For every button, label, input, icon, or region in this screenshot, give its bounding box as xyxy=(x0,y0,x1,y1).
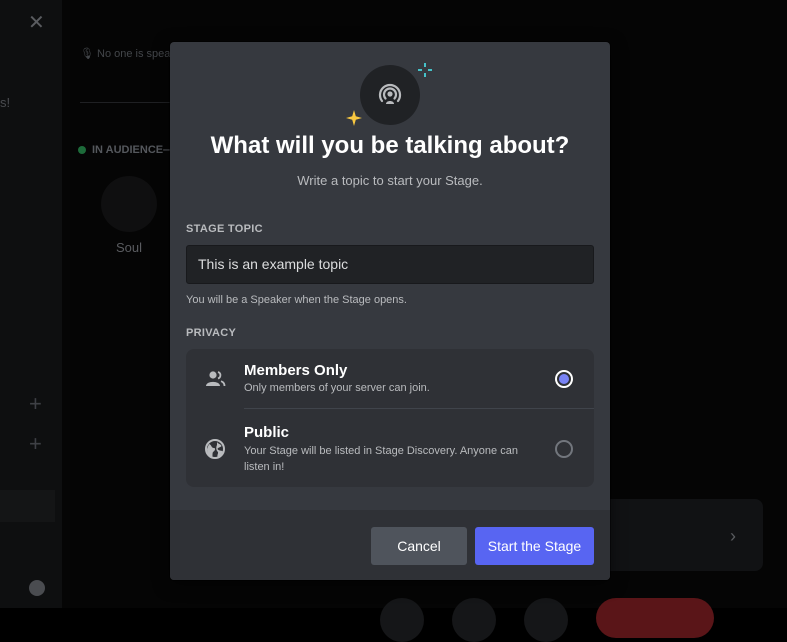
privacy-option-members-only[interactable]: Members Only Only members of your server… xyxy=(186,349,594,409)
start-stage-button[interactable]: Start the Stage xyxy=(475,527,594,565)
globe-icon xyxy=(205,439,225,459)
stage-topic-label: STAGE TOPIC xyxy=(186,223,263,235)
sparkle-icon xyxy=(346,110,362,126)
no-speakers-text: 🎙 No one is spea xyxy=(80,48,171,60)
stage-icon xyxy=(360,65,420,125)
add-icon[interactable]: + xyxy=(29,393,42,415)
option-title: Members Only xyxy=(244,362,348,379)
server-sidebar: ✕ s! + + xyxy=(0,0,62,608)
leave-icon[interactable] xyxy=(29,580,45,596)
stage-topic-input[interactable]: This is an example topic xyxy=(186,245,594,284)
chevron-right-icon[interactable]: › xyxy=(730,526,736,547)
background-card[interactable] xyxy=(600,499,763,571)
privacy-option-public[interactable]: Public Your Stage will be listed in Stag… xyxy=(186,409,594,487)
option-title: Public xyxy=(244,424,290,441)
radio-unselected[interactable] xyxy=(555,440,573,458)
stage-control-button[interactable] xyxy=(524,598,568,642)
microphone-icon: 🎙 xyxy=(80,48,98,60)
close-icon[interactable]: ✕ xyxy=(28,10,45,35)
topic-hint: You will be a Speaker when the Stage ope… xyxy=(186,294,407,306)
divider xyxy=(80,102,180,103)
modal-title: What will you be talking about? xyxy=(210,132,570,159)
end-stage-button[interactable] xyxy=(596,598,714,638)
cancel-button[interactable]: Cancel xyxy=(371,527,467,565)
selected-channel-row[interactable] xyxy=(0,490,55,522)
add-icon[interactable]: + xyxy=(29,433,42,455)
audience-header: IN AUDIENCE— xyxy=(78,144,174,156)
avatar[interactable] xyxy=(101,176,157,232)
radio-selected[interactable] xyxy=(555,370,573,388)
start-stage-modal: What will you be talking about? Write a … xyxy=(170,42,610,580)
modal-footer: Cancel Start the Stage xyxy=(170,510,610,580)
stage-control-button[interactable] xyxy=(452,598,496,642)
privacy-options: Members Only Only members of your server… xyxy=(186,349,594,487)
option-description: Your Stage will be listed in Stage Disco… xyxy=(244,445,518,473)
status-dot xyxy=(78,146,86,155)
option-description: Only members of your server can join. xyxy=(244,382,430,394)
members-icon xyxy=(206,371,226,387)
privacy-label: PRIVACY xyxy=(186,327,237,339)
sparkle-icon xyxy=(418,63,432,77)
partial-text: s! xyxy=(0,95,11,110)
modal-subtitle: Write a topic to start your Stage. xyxy=(297,173,483,188)
stage-control-button[interactable] xyxy=(380,598,424,642)
audience-member-name: Soul xyxy=(116,240,143,255)
